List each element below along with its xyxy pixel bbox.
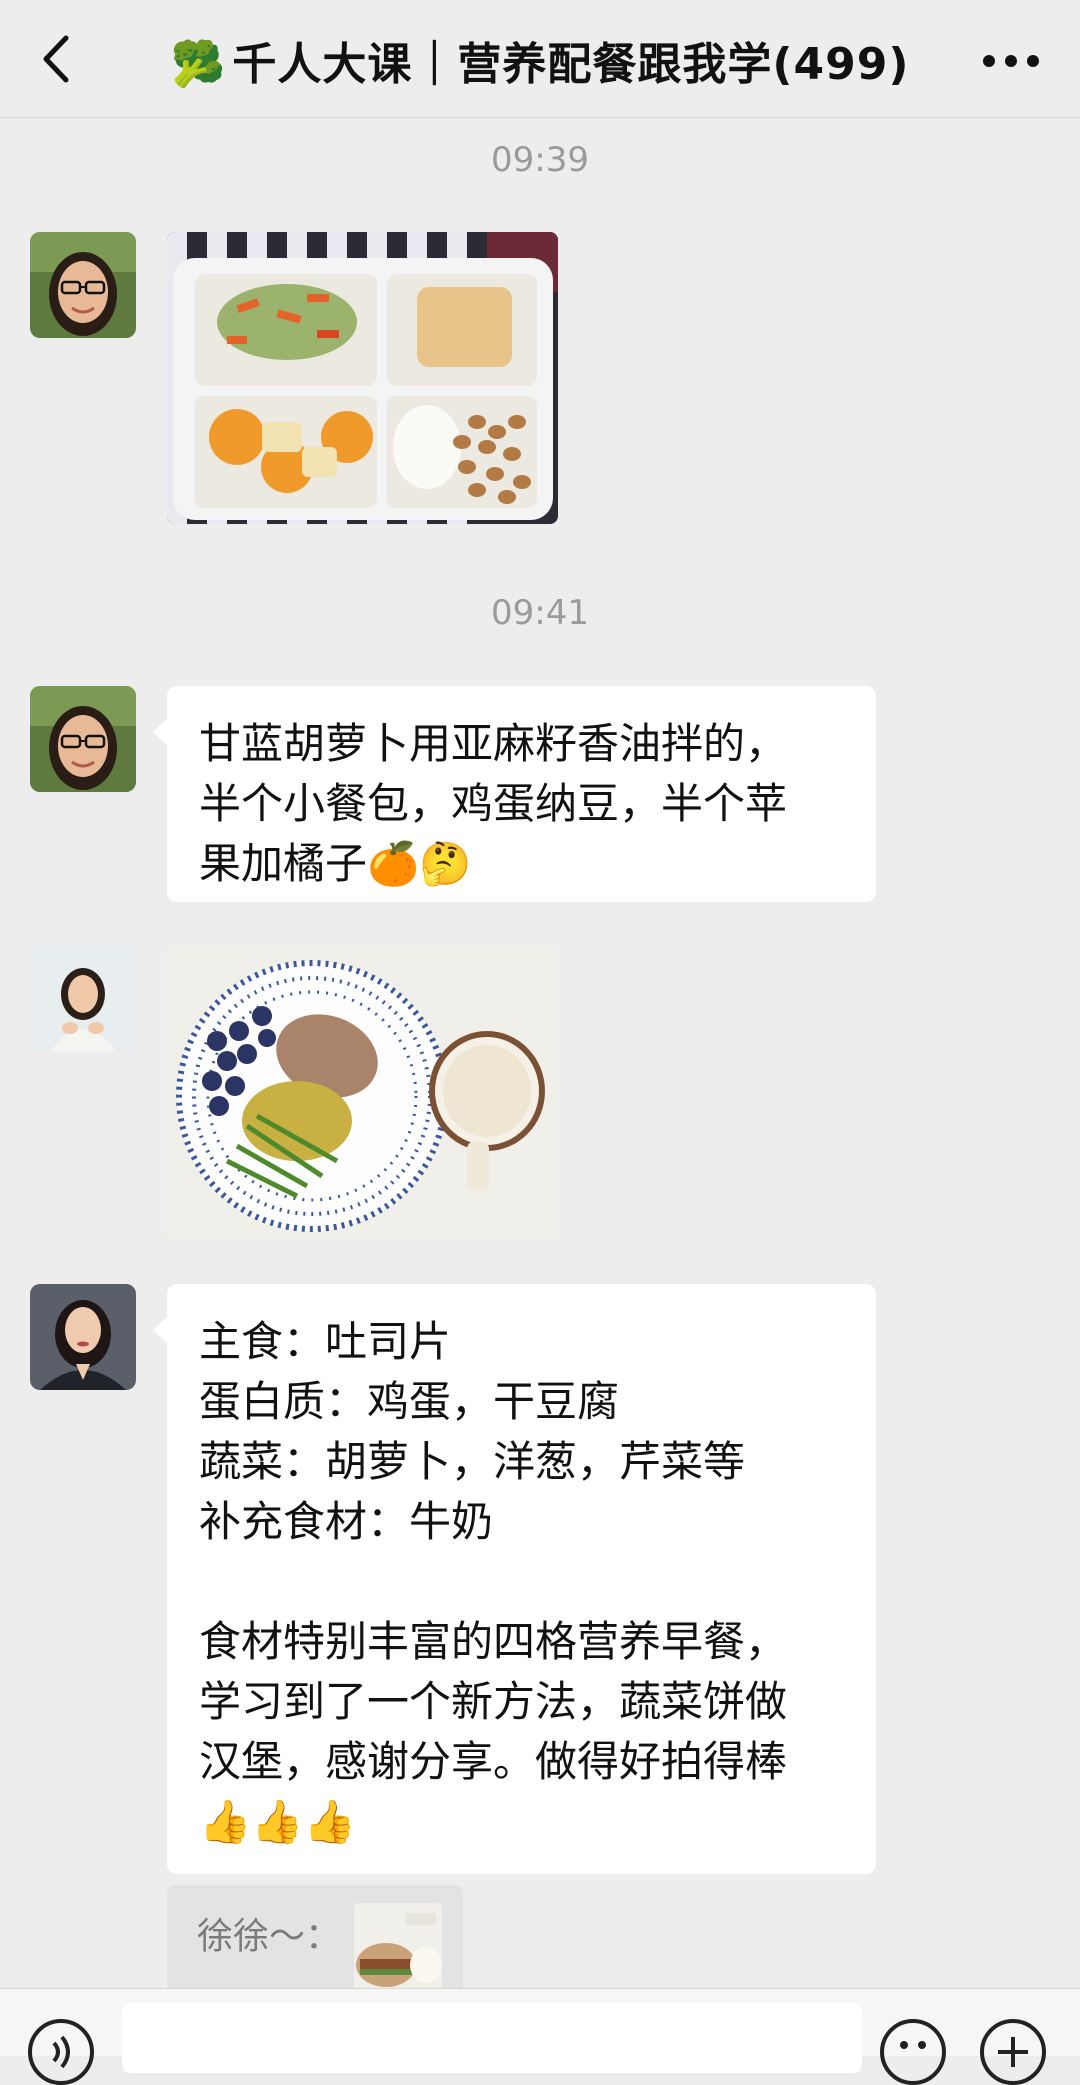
message-line: 蛋白质：鸡蛋，干豆腐	[199, 1377, 620, 1426]
food-photo[interactable]	[167, 946, 557, 1238]
voice-icon	[52, 2035, 70, 2069]
food-photo[interactable]	[167, 232, 558, 524]
emoji-button[interactable]	[880, 2019, 946, 2085]
message-line: 蔬菜：胡萝卜，洋葱，芹菜等	[199, 1437, 746, 1486]
chat-header: 🥦 千人大课｜营养配餐跟我学(499)	[0, 0, 1080, 118]
message-bubble[interactable]: 甘蓝胡萝卜用亚麻籽香油拌的， 半个小餐包，鸡蛋纳豆，半个苹 果加橘子🍊🤔	[153, 686, 876, 902]
message-line: 汉堡，感谢分享。做得好拍得棒	[199, 1737, 788, 1786]
avatar[interactable]	[30, 1284, 136, 1390]
avatar[interactable]	[30, 232, 136, 338]
more-dots-icon	[983, 55, 1039, 67]
timestamp: 09:41	[491, 593, 589, 633]
message-line: 补充食材：牛奶	[199, 1497, 494, 1546]
message-bubble[interactable]: 主食：吐司片 蛋白质：鸡蛋，干豆腐 蔬菜：胡萝卜，洋葱，芹菜等 补充食材：牛奶 …	[153, 1284, 876, 1874]
message-line: 甘蓝胡萝卜用亚麻籽香油拌的，	[199, 719, 788, 768]
message-line: 果加橘子🍊🤔	[199, 839, 472, 888]
message-line: 主食：吐司片	[199, 1317, 452, 1366]
message-line: 学习到了一个新方法，蔬菜饼做	[199, 1677, 788, 1726]
plus-button[interactable]	[980, 2019, 1046, 2085]
avatar[interactable]	[30, 946, 136, 1052]
chat-title: 🥦 千人大课｜营养配餐跟我学(499)	[150, 28, 930, 92]
plus-icon	[998, 2037, 1028, 2067]
message-input[interactable]	[122, 2003, 862, 2073]
chevron-left-icon	[43, 35, 69, 83]
message-line: 👍👍👍	[199, 1797, 356, 1846]
emoji-icon	[900, 2041, 926, 2049]
message-line: 半个小餐包，鸡蛋纳豆，半个苹	[199, 779, 788, 828]
timestamp: 09:39	[491, 140, 589, 180]
input-bar	[0, 1988, 1080, 2085]
chat-title-text: 千人大课｜营养配餐跟我学(499)	[232, 39, 910, 90]
more-button[interactable]	[976, 36, 1046, 86]
message-line: 食材特别丰富的四格营养早餐，	[199, 1617, 788, 1666]
back-button[interactable]	[30, 24, 90, 94]
avatar[interactable]	[30, 686, 136, 792]
voice-button[interactable]	[28, 2019, 94, 2085]
broccoli-icon: 🥦	[170, 39, 227, 90]
quote-author: 徐徐～：	[197, 1916, 342, 1957]
